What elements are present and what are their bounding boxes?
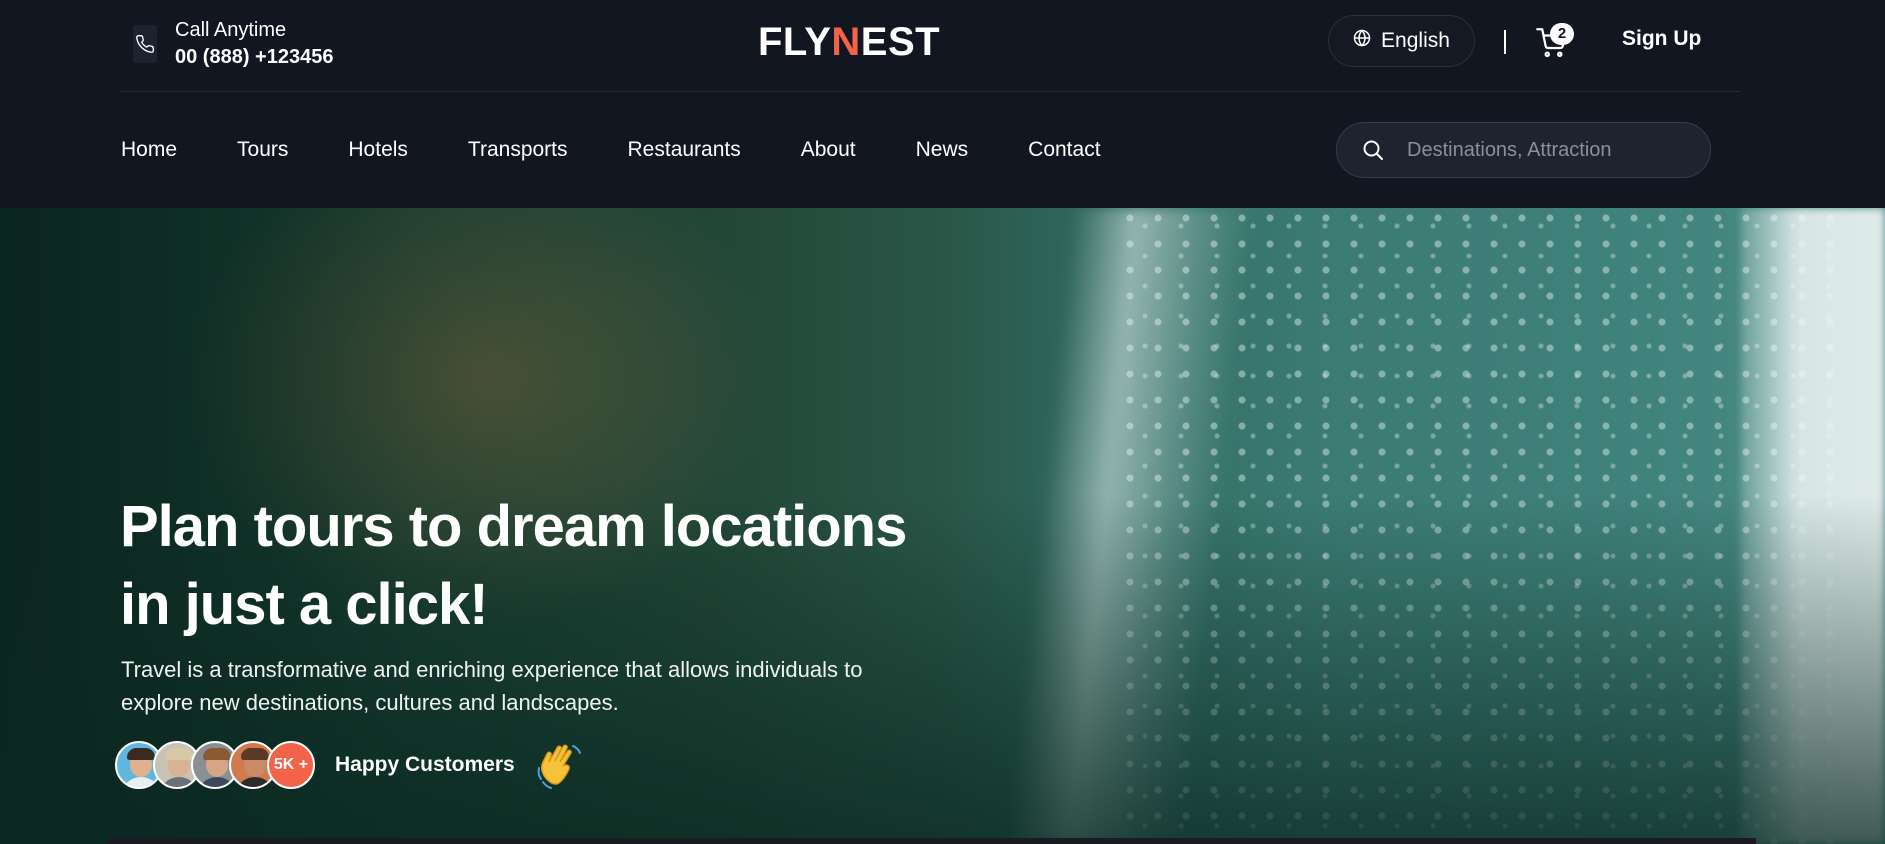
logo-prefix: FLY — [758, 20, 832, 64]
avatar-group: 5K + — [115, 741, 315, 789]
nav-item-transports[interactable]: Transports — [468, 138, 568, 162]
nav-item-about[interactable]: About — [801, 138, 856, 162]
nav-item-news[interactable]: News — [916, 138, 969, 162]
header-divider — [120, 91, 1740, 92]
phone-icon — [133, 24, 157, 63]
nav-item-tours[interactable]: Tours — [237, 138, 288, 162]
nav-item-hotels[interactable]: Hotels — [348, 138, 408, 162]
call-number[interactable]: 00 (888) +123456 — [175, 45, 333, 69]
hero-description: Travel is a transformative and enriching… — [121, 657, 863, 715]
globe-icon — [1353, 29, 1371, 53]
search-box[interactable] — [1336, 122, 1711, 178]
waving-hand-icon — [533, 738, 587, 792]
logo-accent: N — [831, 20, 861, 64]
call-label: Call Anytime — [175, 19, 287, 41]
hero-section: Plan tours to dream locations in just a … — [0, 208, 1885, 844]
nav-item-contact[interactable]: Contact — [1028, 138, 1100, 162]
happy-customers: 5K + Happy Customers — [115, 738, 587, 792]
nav-item-home[interactable]: Home — [121, 138, 177, 162]
cart-count-badge: 2 — [1550, 23, 1574, 45]
divider — [1504, 30, 1506, 54]
language-selector[interactable]: English — [1328, 15, 1475, 67]
logo[interactable]: FLYNEST — [758, 20, 940, 65]
customers-label: Happy Customers — [335, 753, 515, 776]
main-nav: Home Tours Hotels Transports Restaurants… — [121, 138, 1161, 162]
hero-title: Plan tours to dream locations in just a … — [120, 494, 907, 637]
customer-count-badge: 5K + — [267, 741, 315, 789]
logo-suffix: EST — [860, 20, 941, 64]
language-label: English — [1381, 29, 1450, 52]
cart-icon — [1536, 28, 1566, 62]
next-section-edge — [108, 838, 1756, 844]
sign-up-button[interactable]: Sign Up — [1622, 27, 1701, 51]
search-icon[interactable] — [1361, 138, 1385, 162]
nav-item-restaurants[interactable]: Restaurants — [628, 138, 741, 162]
call-info[interactable]: Call Anytime 00 (888) +123456 — [133, 18, 333, 69]
top-bar: Call Anytime 00 (888) +123456 FLYNEST En… — [0, 0, 1885, 92]
search-input[interactable] — [1407, 138, 1687, 162]
